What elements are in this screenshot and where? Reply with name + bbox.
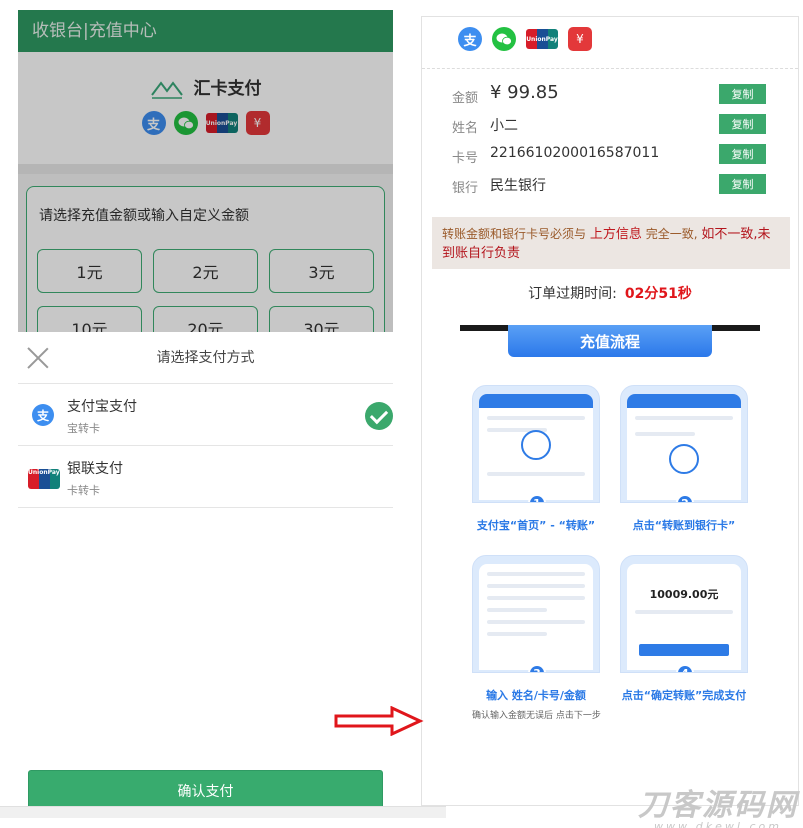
watermark-text: 刀客源码网 [638,788,798,823]
row-label: 卡号 [452,151,479,166]
cashier-phone-view: 收银台|充值中心 汇卡支付 支 UnionPay ¥ 请选择充值金额或输入自定义… [18,10,393,810]
unionpay-icon: UnionPay [526,29,558,49]
method-subtitle: 宝转卡 [67,422,100,435]
modal-backdrop[interactable] [18,10,393,332]
flow-title: 充值流程 [508,325,712,357]
phone-illustration: 1 [472,385,600,503]
payment-method-sheet: 请选择支付方式 支 支付宝支付 宝转卡 UnionPay 银联支付 卡转卡 确认… [18,332,393,810]
method-alipay[interactable]: 支 支付宝支付 宝转卡 [18,384,393,446]
step-caption: 输入 姓名/卡号/金额 [486,689,586,702]
confirm-pay-button[interactable]: 确认支付 [28,770,383,810]
card-number-value: 2216610200016587011 [490,145,660,161]
transfer-info-panel: 支 UnionPay ¥ 金额 ¥ 99.85 复制 姓名 小二 复制 卡号 2… [421,16,799,806]
row-label: 金额 [452,91,479,106]
method-subtitle: 卡转卡 [67,484,100,497]
step-caption: 点击“转账到银行卡” [632,519,736,532]
order-expiry: 订单过期时间: 02分51秒 [422,283,798,303]
sheet-header: 请选择支付方式 [18,332,393,384]
amount-value: ¥ 99.85 [490,82,559,103]
watermark-url: www.dkewl.com [654,820,782,828]
row-label: 银行 [452,181,479,196]
flow-step-3: 3 输入 姓名/卡号/金额 确认输入金额无误后 点击下一步 [472,555,601,721]
phone-illustration: 2 [620,385,748,503]
notice-text: 完全一致, [645,227,698,241]
step4-amount: 10009.00元 [649,588,719,601]
watermark: 刀客源码网 www.dkewl.com [638,780,798,828]
wechat-icon [492,27,516,51]
sheet-title: 请选择支付方式 [156,350,255,366]
redpacket-icon: ¥ [568,27,592,51]
method-unionpay[interactable]: UnionPay 银联支付 卡转卡 [18,446,393,508]
arrow-right-icon [334,706,424,736]
info-row-amount: 金额 ¥ 99.85 复制 [422,79,798,109]
phone-illustration: 10009.00元 4 [620,555,748,673]
expiry-label: 订单过期时间: [528,286,617,302]
method-name: 支付宝支付 [67,399,137,415]
info-row-name: 姓名 小二 复制 [422,109,798,139]
phone-illustration: 3 [472,555,600,673]
row-label: 姓名 [452,121,479,136]
alipay-icon: 支 [32,404,54,426]
payment-icons: 支 UnionPay ¥ [422,17,798,69]
step-caption: 支付宝“首页” - “转账” [476,519,596,532]
bank-value: 民生银行 [490,178,546,194]
check-icon [365,402,393,430]
copy-name-button[interactable]: 复制 [719,114,766,134]
step-subcaption: 确认输入金额无误后 点击下一步 [472,711,601,721]
flow-step-4: 10009.00元 4 点击“确定转账”完成支付 [620,555,748,703]
flow-step-1: 1 支付宝“首页” - “转账” [472,385,600,533]
copy-card-button[interactable]: 复制 [719,144,766,164]
notice-text: 转账金额和银行卡号必须与 [442,227,587,241]
transfer-notice: 转账金额和银行卡号必须与 上方信息 完全一致, 如不一致,未到账自行负责 [432,217,790,269]
copy-amount-button[interactable]: 复制 [719,84,766,104]
method-name: 银联支付 [67,461,123,477]
horizontal-scrollbar[interactable] [0,806,446,818]
flow-step-2: 2 点击“转账到银行卡” [620,385,748,533]
notice-highlight: 上方信息 [589,227,642,242]
copy-bank-button[interactable]: 复制 [719,174,766,194]
name-value: 小二 [490,118,518,134]
unionpay-icon: UnionPay [28,469,60,489]
recharge-flow-guide: 充值流程 1 支付宝“首页” - “转账” 2 点击“转账到银行卡” 3 输入 … [460,325,760,743]
alipay-icon: 支 [458,27,482,51]
info-row-bank: 银行 民生银行 复制 [422,169,798,199]
info-row-card: 卡号 2216610200016587011 复制 [422,139,798,169]
expiry-countdown: 02分51秒 [624,286,692,302]
close-icon[interactable] [26,346,50,370]
step-caption: 点击“确定转账”完成支付 [621,689,747,702]
